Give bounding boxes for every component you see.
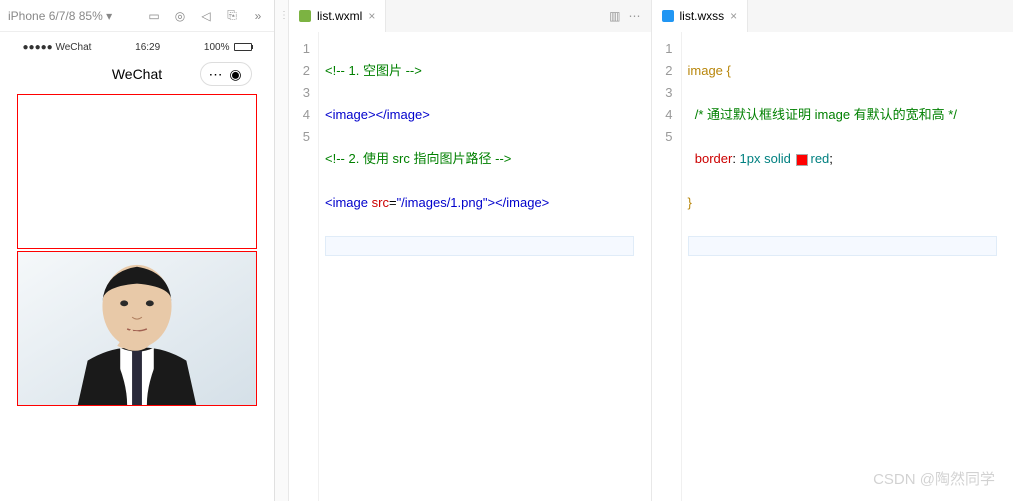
line-no: 2 xyxy=(652,60,673,82)
simulator-panel: iPhone 6/7/8 85% ▾ ▭ ◎ ◁ ⎘ » ●●●●● WeCha… xyxy=(0,0,275,501)
expand-icon[interactable]: » xyxy=(250,8,266,24)
cut-icon[interactable]: ⎘ xyxy=(224,8,240,24)
rotate-icon[interactable]: ◎ xyxy=(172,8,188,24)
line-no: 4 xyxy=(652,104,673,126)
split-icon[interactable]: ▥ xyxy=(609,9,620,23)
status-time: 16:29 xyxy=(135,42,160,53)
phone-frame: ●●●●● WeChat 16:29 100% WeChat ⋯ ◉ xyxy=(15,38,260,408)
code-line: border: 1px solid red; xyxy=(688,148,1013,170)
capsule-buttons[interactable]: ⋯ ◉ xyxy=(200,62,252,86)
status-right: 100% xyxy=(204,42,252,53)
editor-panel-wxml: list.wxml × ▥ ⋯ 1 2 3 4 5 <!-- 1. 空图片 --… xyxy=(289,0,652,501)
code-body[interactable]: image { /* 通过默认框线证明 image 有默认的宽和高 */ bor… xyxy=(682,32,1013,501)
line-no: 2 xyxy=(289,60,310,82)
wxml-file-icon xyxy=(299,10,311,22)
watermark: CSDN @陶然同学 xyxy=(873,468,995,489)
line-no: 1 xyxy=(652,38,673,60)
code-line: image { xyxy=(688,60,1013,82)
tab-label: list.wxml xyxy=(317,9,362,23)
empty-image xyxy=(17,94,257,249)
line-no: 1 xyxy=(289,38,310,60)
code-area-wxss[interactable]: 1 2 3 4 5 image { /* 通过默认框线证明 image 有默认的… xyxy=(652,32,1013,501)
code-line: } xyxy=(688,192,1013,214)
nav-title: WeChat xyxy=(112,66,162,82)
line-no: 3 xyxy=(289,82,310,104)
simulator-screen: ●●●●● WeChat 16:29 100% WeChat ⋯ ◉ xyxy=(0,32,274,501)
status-carrier: ●●●●● WeChat xyxy=(23,42,92,53)
tab-bar-wxss: list.wxss × xyxy=(652,0,1013,32)
tab-bar-wxml: list.wxml × ▥ ⋯ xyxy=(289,0,651,32)
mobile-icon[interactable]: ▭ xyxy=(146,8,162,24)
tab-label: list.wxss xyxy=(680,9,725,23)
code-line: /* 通过默认框线证明 image 有默认的宽和高 */ xyxy=(688,104,1013,126)
line-no: 5 xyxy=(652,126,673,148)
code-line: <!-- 2. 使用 src 指向图片路径 --> xyxy=(325,148,651,170)
nav-bar: WeChat ⋯ ◉ xyxy=(15,56,260,92)
simulator-toolbar: iPhone 6/7/8 85% ▾ ▭ ◎ ◁ ⎘ » xyxy=(0,0,274,32)
code-area-wxml[interactable]: 1 2 3 4 5 <!-- 1. 空图片 --> <image></image… xyxy=(289,32,651,501)
wxss-file-icon xyxy=(662,10,674,22)
line-no: 5 xyxy=(289,126,310,148)
person-photo xyxy=(18,252,256,405)
close-icon[interactable]: × xyxy=(730,9,737,23)
image-with-src xyxy=(17,251,257,406)
line-no: 4 xyxy=(289,104,310,126)
drag-dots-icon: ⋮ xyxy=(279,10,289,21)
battery-pct: 100% xyxy=(204,42,230,53)
toolbar-icons: ▭ ◎ ◁ ⎘ » xyxy=(146,8,266,24)
mute-icon[interactable]: ◁ xyxy=(198,8,214,24)
device-selector[interactable]: iPhone 6/7/8 85% ▾ xyxy=(8,9,142,23)
gutter: 1 2 3 4 5 xyxy=(652,32,682,501)
battery-icon xyxy=(234,43,252,51)
tab-wxml[interactable]: list.wxml × xyxy=(289,0,386,32)
panel-divider[interactable]: ⋮ xyxy=(275,0,289,501)
tab-actions: ▥ ⋯ xyxy=(609,9,650,23)
tab-wxss[interactable]: list.wxss × xyxy=(652,0,749,32)
status-bar: ●●●●● WeChat 16:29 100% xyxy=(15,38,260,56)
editor-panel-wxss: list.wxss × 1 2 3 4 5 image { /* 通过默认框线证… xyxy=(652,0,1013,501)
more-icon[interactable]: ⋯ xyxy=(629,9,641,23)
code-line: <!-- 1. 空图片 --> xyxy=(325,60,651,82)
close-icon[interactable]: × xyxy=(368,9,375,23)
editor-group: list.wxml × ▥ ⋯ 1 2 3 4 5 <!-- 1. 空图片 --… xyxy=(289,0,1013,501)
code-line: <image></image> xyxy=(325,104,651,126)
menu-icon[interactable]: ⋯ xyxy=(207,65,225,83)
code-line xyxy=(688,236,1013,263)
line-no: 3 xyxy=(652,82,673,104)
gutter: 1 2 3 4 5 xyxy=(289,32,319,501)
code-line: <image src="/images/1.png"></image> xyxy=(325,192,651,214)
code-line xyxy=(325,236,651,263)
color-swatch-icon[interactable] xyxy=(796,154,808,166)
code-body[interactable]: <!-- 1. 空图片 --> <image></image> <!-- 2. … xyxy=(319,32,651,501)
target-icon[interactable]: ◉ xyxy=(227,65,245,83)
